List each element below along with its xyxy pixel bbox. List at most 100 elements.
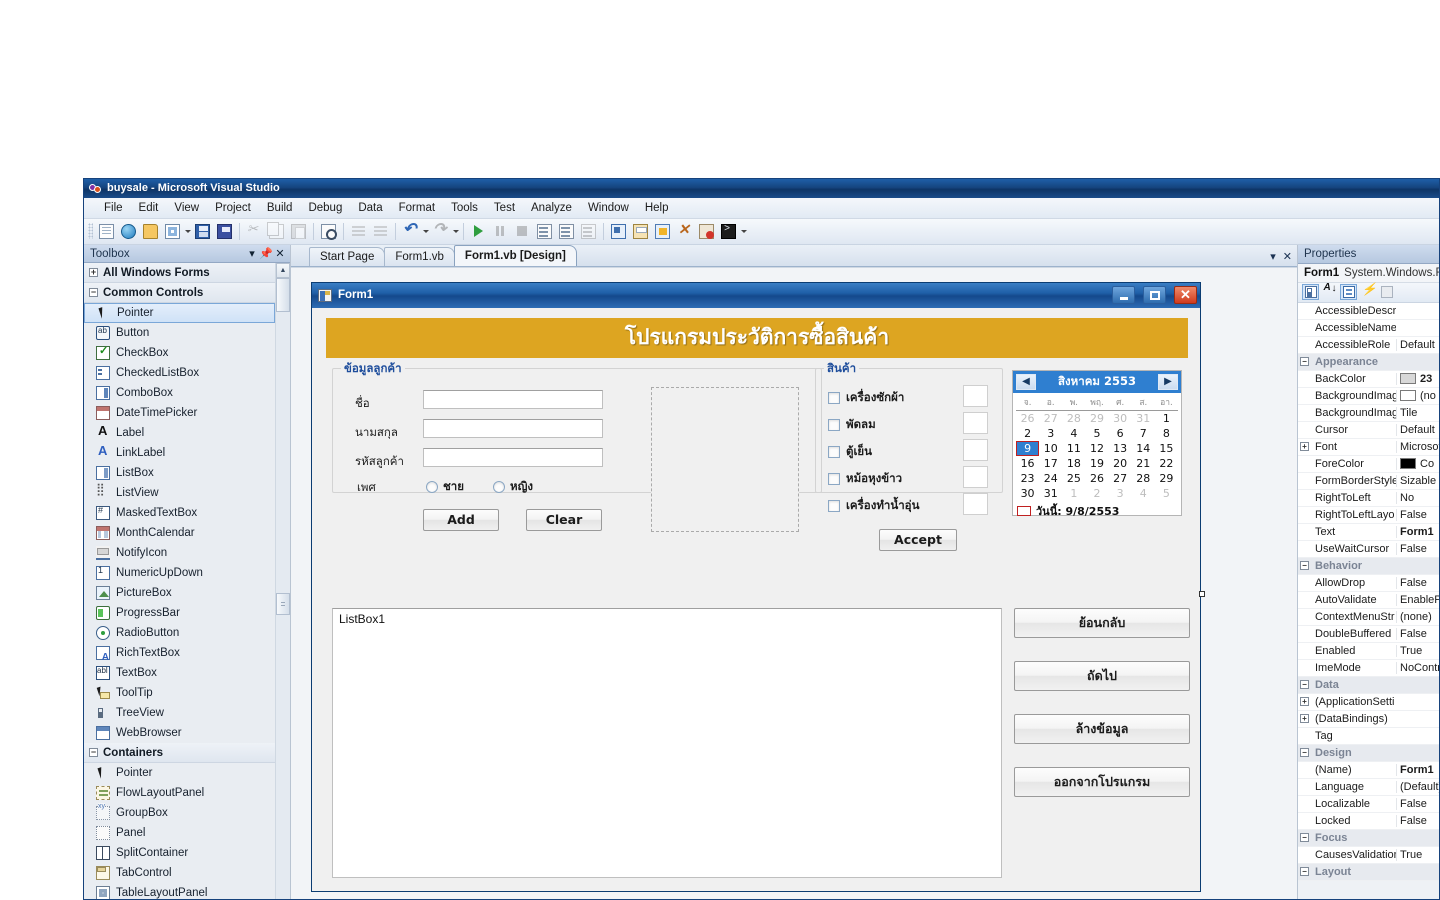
property-row[interactable]: BackgroundImag (no bbox=[1298, 388, 1439, 405]
calendar-day[interactable]: 30 bbox=[1109, 411, 1132, 426]
calendar-day[interactable]: 24 bbox=[1039, 471, 1062, 486]
calendar-day[interactable]: 3 bbox=[1109, 486, 1132, 501]
calendar-day[interactable]: 25 bbox=[1062, 471, 1085, 486]
property-value[interactable]: (none) bbox=[1396, 610, 1439, 623]
calendar-day[interactable]: 28 bbox=[1062, 411, 1085, 426]
properties-grid[interactable]: AccessibleDescri AccessibleName Accessible… bbox=[1298, 302, 1439, 881]
toolbox-item-flowlayoutpanel[interactable]: FlowLayoutPanel bbox=[84, 783, 275, 803]
property-row[interactable]: Tag bbox=[1298, 728, 1439, 745]
properties-icon[interactable] bbox=[1340, 284, 1357, 301]
property-row[interactable]: FormBorderStyle Sizable bbox=[1298, 473, 1439, 490]
category-expander[interactable]: − bbox=[1298, 561, 1311, 571]
scrollbar-thumb[interactable] bbox=[276, 278, 290, 313]
toolbox-item-label[interactable]: Label bbox=[84, 423, 275, 443]
add-new-web-site-icon[interactable] bbox=[118, 221, 139, 242]
minimize-button[interactable] bbox=[1112, 286, 1135, 305]
toolbox-item-listview[interactable]: ListView bbox=[84, 482, 275, 503]
property-value[interactable]: Form1 bbox=[1396, 525, 1439, 538]
lastname-textbox[interactable] bbox=[423, 418, 603, 438]
property-value[interactable]: Tile bbox=[1396, 406, 1439, 419]
property-row[interactable]: AccessibleRole Default bbox=[1298, 337, 1439, 354]
property-row[interactable]: Language (Default) bbox=[1298, 779, 1439, 796]
product-quantity-textbox-2[interactable] bbox=[963, 438, 988, 461]
calendar-day[interactable]: 15 bbox=[1155, 441, 1178, 456]
error-list-icon[interactable] bbox=[696, 221, 717, 242]
toolbox-item-textbox[interactable]: TextBox bbox=[84, 663, 275, 683]
calendar-day[interactable]: 3 bbox=[1039, 426, 1062, 441]
property-row[interactable]: DoubleBuffered False bbox=[1298, 626, 1439, 643]
menu-item-build[interactable]: Build bbox=[259, 200, 301, 216]
document-tab-form1-vb[interactable]: Form1.vb bbox=[384, 246, 455, 266]
property-value[interactable]: False bbox=[1396, 797, 1439, 810]
customer-code-textbox[interactable] bbox=[423, 447, 603, 467]
calendar-day[interactable]: 31 bbox=[1039, 486, 1062, 501]
firstname-textbox[interactable] bbox=[423, 389, 603, 409]
property-value[interactable]: Form1 bbox=[1396, 763, 1439, 776]
calendar-day[interactable]: 22 bbox=[1155, 456, 1178, 471]
property-row[interactable]: ForeColor Co bbox=[1298, 456, 1439, 473]
property-value[interactable]: No bbox=[1396, 491, 1439, 504]
calendar-day[interactable]: 29 bbox=[1155, 471, 1178, 486]
property-expander[interactable]: + bbox=[1298, 714, 1311, 724]
close-icon[interactable]: ✕ bbox=[273, 247, 287, 260]
property-row[interactable]: Cursor Default bbox=[1298, 422, 1439, 439]
calendar-day[interactable]: 12 bbox=[1085, 441, 1108, 456]
toolbox-item-pointer[interactable]: Pointer bbox=[84, 763, 275, 783]
expand-icon[interactable]: + bbox=[1300, 442, 1309, 452]
close-button[interactable]: ✕ bbox=[1174, 286, 1197, 305]
property-value[interactable]: EnablePr bbox=[1396, 593, 1439, 606]
add-button[interactable]: Add bbox=[423, 508, 499, 531]
toolbox-item-treeview[interactable]: TreeView bbox=[84, 703, 275, 723]
property-row[interactable]: AccessibleDescri bbox=[1298, 303, 1439, 320]
toolbox-item-checkedlistbox[interactable]: CheckedListBox bbox=[84, 363, 275, 383]
collapse-icon[interactable]: − bbox=[1300, 748, 1309, 758]
category-expander[interactable]: − bbox=[1298, 357, 1311, 367]
toolbox-item-datetimepicker[interactable]: DateTimePicker bbox=[84, 403, 275, 423]
undo-icon[interactable] bbox=[400, 219, 421, 242]
categorized-icon[interactable] bbox=[1302, 284, 1319, 301]
properties-object-selector[interactable]: Form1 System.Windows.Fo bbox=[1298, 263, 1439, 283]
toolbox-item-combobox[interactable]: ComboBox bbox=[84, 383, 275, 403]
properties-category-design[interactable]: − Design bbox=[1298, 744, 1439, 762]
design-form-window[interactable]: Form1 ✕ โปรแกรมประวัติการซื้อสินค้า ข้อม… bbox=[311, 281, 1205, 892]
calendar-day[interactable]: 16 bbox=[1016, 456, 1039, 471]
open-file-icon[interactable] bbox=[140, 221, 161, 242]
radio-male[interactable]: ชาย bbox=[426, 478, 464, 496]
properties-category-layout[interactable]: − Layout bbox=[1298, 863, 1439, 881]
product-checkbox-1[interactable]: พัดลม bbox=[828, 416, 876, 434]
property-value[interactable]: False bbox=[1396, 576, 1439, 589]
toolbox-item-monthcalendar[interactable]: MonthCalendar bbox=[84, 523, 275, 543]
clear-data-button[interactable]: ล้างข้อมูล bbox=[1014, 713, 1190, 744]
property-row[interactable]: Text Form1 bbox=[1298, 524, 1439, 541]
calendar-day[interactable]: 27 bbox=[1109, 471, 1132, 486]
property-value[interactable]: 23 bbox=[1396, 372, 1439, 385]
toolbar-grip[interactable] bbox=[88, 223, 93, 240]
calendar-day[interactable]: 1 bbox=[1155, 411, 1178, 426]
toolbox-item-groupbox[interactable]: GroupBox bbox=[84, 803, 275, 823]
toolbox-item-panel[interactable]: Panel bbox=[84, 823, 275, 843]
properties-category-behavior[interactable]: − Behavior bbox=[1298, 557, 1439, 575]
calendar-day[interactable]: 30 bbox=[1016, 486, 1039, 501]
uncomment-lines-icon[interactable] bbox=[370, 221, 391, 242]
calendar-day[interactable]: 1 bbox=[1062, 486, 1085, 501]
events-icon[interactable] bbox=[1359, 282, 1377, 300]
form-resize-handle[interactable] bbox=[1199, 590, 1205, 597]
calendar-day[interactable]: 26 bbox=[1016, 411, 1039, 426]
save-icon[interactable] bbox=[192, 221, 213, 242]
document-tab-start-page[interactable]: Start Page bbox=[309, 246, 386, 266]
toolbox-group-containers[interactable]: − Containers bbox=[84, 743, 275, 764]
calendar-day[interactable]: 4 bbox=[1132, 486, 1155, 501]
month-calendar[interactable]: ◀ สิงหาคม 2553 ▶ จ. อ. พ. พฤ. ศ. ส. อา. 26 27 28… bbox=[1012, 369, 1182, 518]
stop-icon[interactable] bbox=[512, 221, 533, 242]
calendar-day[interactable]: 2 bbox=[1016, 426, 1039, 441]
calendar-day[interactable]: 21 bbox=[1132, 456, 1155, 471]
toolbox-group-common-controls[interactable]: − Common Controls bbox=[84, 283, 275, 304]
category-expander[interactable]: − bbox=[1298, 867, 1311, 877]
step-over-icon[interactable] bbox=[556, 221, 577, 242]
property-value[interactable]: (Default) bbox=[1396, 780, 1439, 793]
new-project-icon[interactable] bbox=[96, 221, 117, 242]
property-row[interactable]: Locked False bbox=[1298, 813, 1439, 830]
comment-lines-icon[interactable] bbox=[348, 221, 369, 242]
chevron-down-icon[interactable] bbox=[423, 229, 429, 233]
property-value[interactable]: False bbox=[1396, 814, 1439, 827]
